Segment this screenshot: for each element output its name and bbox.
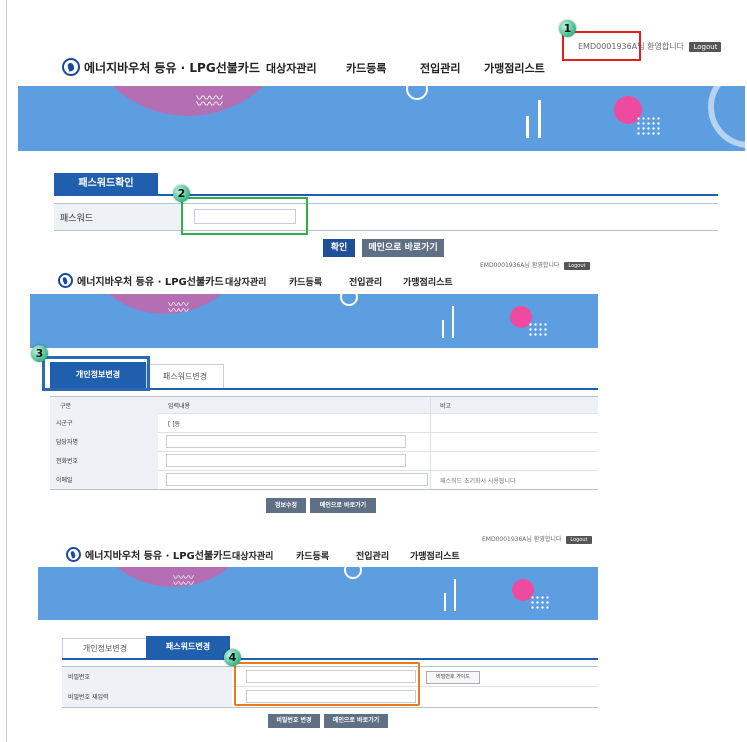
row-label: 이메일 (50, 470, 158, 489)
logo[interactable]: 에너지바우처 등유 · LPG선불카드 (66, 547, 232, 562)
main-page-button[interactable]: 메인으로 바로가기 (324, 714, 388, 728)
banner-bar (444, 593, 446, 611)
main-nav: 대상자관리 카드등록 전입관리 가맹점리스트 (266, 60, 545, 76)
tab-password-check[interactable]: 패스워드확인 (54, 173, 158, 195)
tab-password-change[interactable]: 패스워드변경 (146, 636, 230, 658)
banner-bar (538, 100, 541, 138)
banner-dots (530, 595, 550, 611)
logo[interactable]: 에너지바우처 등유 · LPG선불카드 (62, 58, 260, 76)
banner-wave: 〰〰 〰〰 (173, 571, 194, 590)
step-badge: 3 (31, 345, 48, 362)
user-welcome-text: EMD0001936A님 환영합니다 (482, 536, 562, 543)
banner-wave: 〰〰 〰〰 (196, 91, 223, 113)
tab-underline (62, 658, 598, 660)
logo-text: 에너지바우처 등유 · LPG선불카드 (85, 551, 232, 562)
banner-bar (454, 579, 456, 611)
logo-icon (66, 547, 81, 562)
nav-item-merchant-list[interactable]: 가맹점리스트 (410, 549, 460, 562)
step-badge: 2 (173, 185, 190, 202)
main-nav: 대상자관리 카드등록 전입관리 가맹점리스트 (232, 549, 460, 562)
row-label: 시군구 (50, 413, 158, 432)
logout-button[interactable]: Logout (564, 262, 590, 270)
table-header: 입력내용 (168, 403, 191, 410)
logo-text: 에너지바우처 등유 · LPG선불카드 (77, 277, 224, 288)
nav-item-card-register[interactable]: 카드등록 (296, 549, 356, 562)
table-header: 구분 (60, 403, 72, 410)
step-badge: 1 (559, 20, 576, 37)
banner-circle-purple (78, 86, 298, 116)
page-border (6, 0, 7, 742)
email-note: 패스워드 초기화시 사용됩니다 (440, 478, 516, 485)
table-row: 이메일 패스워드 초기화시 사용됩니다 (50, 470, 598, 489)
logo[interactable]: 에너지바우처 등유 · LPG선불카드 (58, 273, 224, 288)
banner-ring (406, 86, 428, 100)
row-label: 전화번호 (50, 451, 158, 470)
column-divider (430, 397, 431, 489)
logo-icon (62, 58, 80, 76)
save-info-button[interactable]: 정보수정 (266, 498, 306, 513)
banner-wave: 〰〰 〰〰 (168, 298, 189, 317)
table-header-row: 구분 입력내용 비고 (50, 397, 598, 414)
table-row: 전화번호 (50, 451, 598, 471)
banner-arc (708, 86, 745, 148)
change-password-button[interactable]: 비밀번호 변경 (268, 714, 320, 728)
row-label: 담당자명 (50, 432, 158, 451)
nav-item-targets[interactable]: 대상자관리 (225, 275, 289, 288)
banner-dots (528, 322, 548, 338)
tab-password-change[interactable]: 패스워드변경 (146, 364, 224, 389)
banner-bar (526, 116, 529, 138)
table-row: 시군구 [ ]동 (50, 413, 598, 433)
banner-ring (344, 567, 362, 579)
confirm-password-label: 비밀번호 재입력 (62, 686, 232, 707)
table-row: 담당자명 (50, 432, 598, 452)
main-page-button[interactable]: 메인으로 바로가기 (310, 498, 376, 513)
step-badge: 4 (224, 649, 241, 666)
row-value: [ ]동 (168, 421, 181, 428)
main-page-button[interactable]: 메인으로 바로가기 (362, 239, 444, 257)
main-nav: 대상자관리 카드등록 전입관리 가맹점리스트 (225, 275, 453, 288)
banner-circle-purple (75, 294, 255, 314)
banner-bar (442, 320, 444, 338)
banner-bar (452, 306, 454, 338)
tab-underline (54, 194, 718, 196)
password-form: 패스워드 (54, 203, 718, 231)
confirm-button[interactable]: 확인 (323, 239, 355, 257)
nav-item-transfer[interactable]: 전입관리 (420, 60, 484, 76)
nav-item-card-register[interactable]: 카드등록 (289, 275, 349, 288)
table-header: 비고 (440, 403, 452, 410)
tab-personal-info[interactable]: 개인정보변경 (62, 638, 148, 659)
email-input[interactable] (166, 473, 428, 486)
nav-item-transfer[interactable]: 전입관리 (349, 275, 403, 288)
user-welcome: EMD0001936A님 환영합니다 Logout (482, 534, 592, 544)
new-password-label: 비밀번호 (62, 667, 232, 686)
highlight-box-blue (42, 356, 150, 391)
user-welcome-text: EMD0001936A님 환영합니다 (480, 262, 560, 269)
logo-icon (58, 273, 73, 288)
logout-button[interactable]: Logout (566, 536, 592, 544)
banner-ring (340, 294, 358, 306)
nav-item-merchant-list[interactable]: 가맹점리스트 (484, 60, 545, 76)
nav-item-targets[interactable]: 대상자관리 (266, 60, 346, 76)
manager-name-input[interactable] (166, 435, 406, 448)
banner-dots (636, 116, 660, 136)
banner: 〰〰 〰〰 (38, 567, 598, 620)
nav-item-card-register[interactable]: 카드등록 (346, 60, 420, 76)
highlight-box-orange (234, 662, 420, 706)
password-label: 패스워드 (54, 204, 180, 230)
logout-button[interactable]: Logout (689, 42, 722, 52)
nav-item-targets[interactable]: 대상자관리 (232, 549, 296, 562)
highlight-box-red (562, 31, 641, 61)
password-guide-button[interactable]: 비밀번호 가이드 (426, 671, 480, 684)
phone-input[interactable] (166, 454, 406, 467)
logo-text: 에너지바우처 등유 · LPG선불카드 (84, 60, 260, 75)
banner: 〰〰 〰〰 (30, 294, 598, 348)
user-welcome: EMD0001936A님 환영합니다 Logout (480, 260, 590, 270)
banner: 〰〰 〰〰 (18, 86, 745, 151)
highlight-box-green (181, 197, 308, 235)
nav-item-merchant-list[interactable]: 가맹점리스트 (403, 275, 453, 288)
nav-item-transfer[interactable]: 전입관리 (356, 549, 410, 562)
personal-info-table: 구분 입력내용 비고 시군구 [ ]동 담당자명 전화번호 이메일 패스워드 초… (50, 396, 598, 490)
